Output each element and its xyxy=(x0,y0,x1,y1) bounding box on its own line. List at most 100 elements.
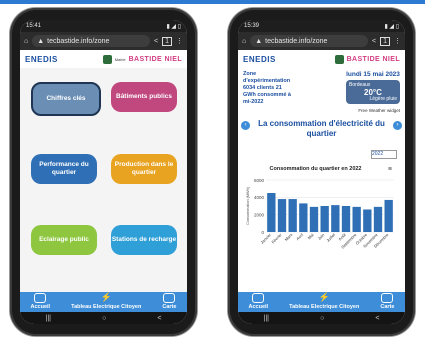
home-button-icon[interactable]: ○ xyxy=(102,315,106,322)
home-icon[interactable]: ⌂ xyxy=(242,38,246,45)
x-tick-label: Mars xyxy=(284,232,294,242)
status-icons: ▮ ◢ ▯ xyxy=(166,23,181,30)
consumption-chart: Consommation du quartier en 2022 ≡ 0 2000 40… xyxy=(246,166,394,250)
bar-mars xyxy=(288,199,297,232)
map-icon xyxy=(381,293,394,303)
bar-mai xyxy=(309,206,319,232)
tile-performance-quartier[interactable]: Performance du quartier xyxy=(31,154,97,184)
status-icons: ▮ ◢ ▯ xyxy=(384,23,399,30)
dashboard-area: Zone d'expérimentation 6034 clients 21 G… xyxy=(238,68,405,292)
app-header: ENEDIS BASTIDE NIEL xyxy=(238,50,405,69)
weather-desc: Légère pluie xyxy=(369,96,397,102)
lightning-icon: ⚡ xyxy=(318,292,330,302)
bar-septembre xyxy=(352,206,361,232)
nav-label: Tableau Electrique Citoyen xyxy=(71,304,142,310)
home-icon[interactable]: ⌂ xyxy=(24,38,28,45)
partner-label: Mairie xyxy=(114,56,126,62)
info-row: Zone d'expérimentation 6034 clients 21 G… xyxy=(238,68,405,108)
year-select[interactable]: 2022 xyxy=(371,150,397,159)
nav-label: Carte xyxy=(380,304,395,310)
nav-tableau[interactable]: ⚡ Tableau Electrique Citoyen xyxy=(289,292,359,310)
nav-accueil[interactable]: Accueil xyxy=(248,293,269,310)
date-weather: lundi 15 mai 2023 Bordeaux 20°C Légère p… xyxy=(346,71,400,105)
home-button-icon[interactable]: ○ xyxy=(320,315,324,322)
nav-accueil[interactable]: Accueil xyxy=(30,293,51,310)
address-bar[interactable]: ▲ tecbastide.info/zone xyxy=(32,35,150,47)
map-icon xyxy=(163,293,176,303)
x-tick-label: Février xyxy=(270,232,283,245)
tabs-button[interactable]: 1 xyxy=(380,36,390,46)
bottom-nav: Accueil ⚡ Tableau Electrique Citoyen Car… xyxy=(20,292,187,312)
home-icon xyxy=(34,293,47,303)
chart-container: Consommation du quartier en 2022 ≡ 0 2000 40… xyxy=(244,162,399,272)
status-time: 15:39 xyxy=(244,23,260,29)
weather-widget[interactable]: Bordeaux 20°C Légère pluie xyxy=(346,80,400,104)
share-icon[interactable]: < xyxy=(154,38,158,45)
nav-label: Carte xyxy=(162,304,177,310)
menu-icon[interactable]: ⋮ xyxy=(394,37,401,45)
bar-octobre xyxy=(363,209,372,232)
bar-février xyxy=(277,199,287,232)
system-nav: ||| ○ < xyxy=(20,312,187,324)
partner-icon xyxy=(334,54,344,64)
x-tick-label: Avril xyxy=(295,232,304,241)
chart-heading: La consommation d'électricité du quartie… xyxy=(258,119,385,138)
bar-avril xyxy=(299,203,308,232)
tile-batiments-publics[interactable]: Bâtiments publics xyxy=(111,82,177,112)
bar-juin xyxy=(320,206,329,232)
back-icon[interactable]: < xyxy=(157,315,161,322)
bastide-logo: BASTIDE NIEL xyxy=(346,55,400,63)
nav-tableau[interactable]: ⚡ Tableau Electrique Citoyen xyxy=(71,292,141,310)
url-text: tecbastide.info/zone xyxy=(265,37,328,45)
y-tick-label: 2000 xyxy=(254,212,265,217)
bar-juillet xyxy=(331,205,340,232)
menu-icon[interactable]: ⋮ xyxy=(176,37,183,45)
bar-août xyxy=(341,206,351,232)
address-bar[interactable]: ▲ tecbastide.info/zone xyxy=(250,35,368,47)
enedis-logo: ENEDIS xyxy=(25,54,58,64)
warning-icon: ▲ xyxy=(37,37,45,45)
status-bar: 15:39 ▮ ◢ ▯ xyxy=(238,20,405,32)
browser-bar: ⌂ ▲ tecbastide.info/zone < 1 ⋮ xyxy=(20,32,187,50)
recents-icon[interactable]: ||| xyxy=(46,315,51,322)
recents-icon[interactable]: ||| xyxy=(264,315,269,322)
bar-décembre xyxy=(384,199,393,232)
back-icon[interactable]: < xyxy=(375,315,379,322)
chart-title: Consommation du quartier en 2022 xyxy=(270,166,362,172)
nav-label: Tableau Electrique Citoyen xyxy=(289,304,360,310)
tile-chiffres-cles[interactable]: Chiffres clés xyxy=(31,82,101,116)
browser-bar: ⌂ ▲ tecbastide.info/zone < 1 ⋮ xyxy=(238,32,405,50)
url-text: tecbastide.info/zone xyxy=(47,37,110,45)
phone-right: 15:39 ▮ ◢ ▯ ⌂ ▲ tecbastide.info/zone < 1… xyxy=(228,8,415,336)
phone-left: 15:41 ▮ ◢ ▯ ⌂ ▲ tecbastide.info/zone < 1… xyxy=(10,8,197,336)
top-accent-line xyxy=(0,0,425,4)
tile-production-quartier[interactable]: Production dans le quartier xyxy=(111,154,177,184)
nav-label: Accueil xyxy=(248,304,269,310)
y-tick-label: 6000 xyxy=(254,178,265,183)
nav-label: Accueil xyxy=(30,304,51,310)
weather-widget-link[interactable]: Free Weather widget xyxy=(238,108,405,113)
partner-logos: Mairie BASTIDE NIEL xyxy=(102,54,182,64)
y-tick-label: 4000 xyxy=(254,195,265,200)
home-icon xyxy=(252,293,265,303)
nav-carte[interactable]: Carte xyxy=(380,293,394,310)
tiles-area: Chiffres clés Bâtiments publics Performa… xyxy=(20,68,187,292)
app-header: ENEDIS Mairie BASTIDE NIEL xyxy=(20,50,187,69)
partner-logos: BASTIDE NIEL xyxy=(334,54,400,64)
screen-left: 15:41 ▮ ◢ ▯ ⌂ ▲ tecbastide.info/zone < 1… xyxy=(20,20,187,324)
tile-eclairage-public[interactable]: Eclairage public xyxy=(31,225,97,255)
bastide-logo: BASTIDE NIEL xyxy=(128,55,182,63)
nav-carte[interactable]: Carte xyxy=(162,293,176,310)
partner-icon xyxy=(102,54,112,64)
status-bar: 15:41 ▮ ◢ ▯ xyxy=(20,20,187,32)
bottom-nav: Accueil ⚡ Tableau Electrique Citoyen Car… xyxy=(238,292,405,312)
date-text: lundi 15 mai 2023 xyxy=(346,71,400,78)
x-tick-label: Mai xyxy=(307,232,315,240)
y-axis-label: Consommation (MWh) xyxy=(246,186,250,225)
zone-text: Zone d'expérimentation 6034 clients 21 G… xyxy=(243,71,291,105)
tile-stations-recharge[interactable]: Stations de recharge xyxy=(111,225,177,255)
share-icon[interactable]: < xyxy=(372,38,376,45)
x-tick-label: Juillet xyxy=(325,232,336,243)
tabs-button[interactable]: 1 xyxy=(162,36,172,46)
bar-novembre xyxy=(373,206,383,232)
